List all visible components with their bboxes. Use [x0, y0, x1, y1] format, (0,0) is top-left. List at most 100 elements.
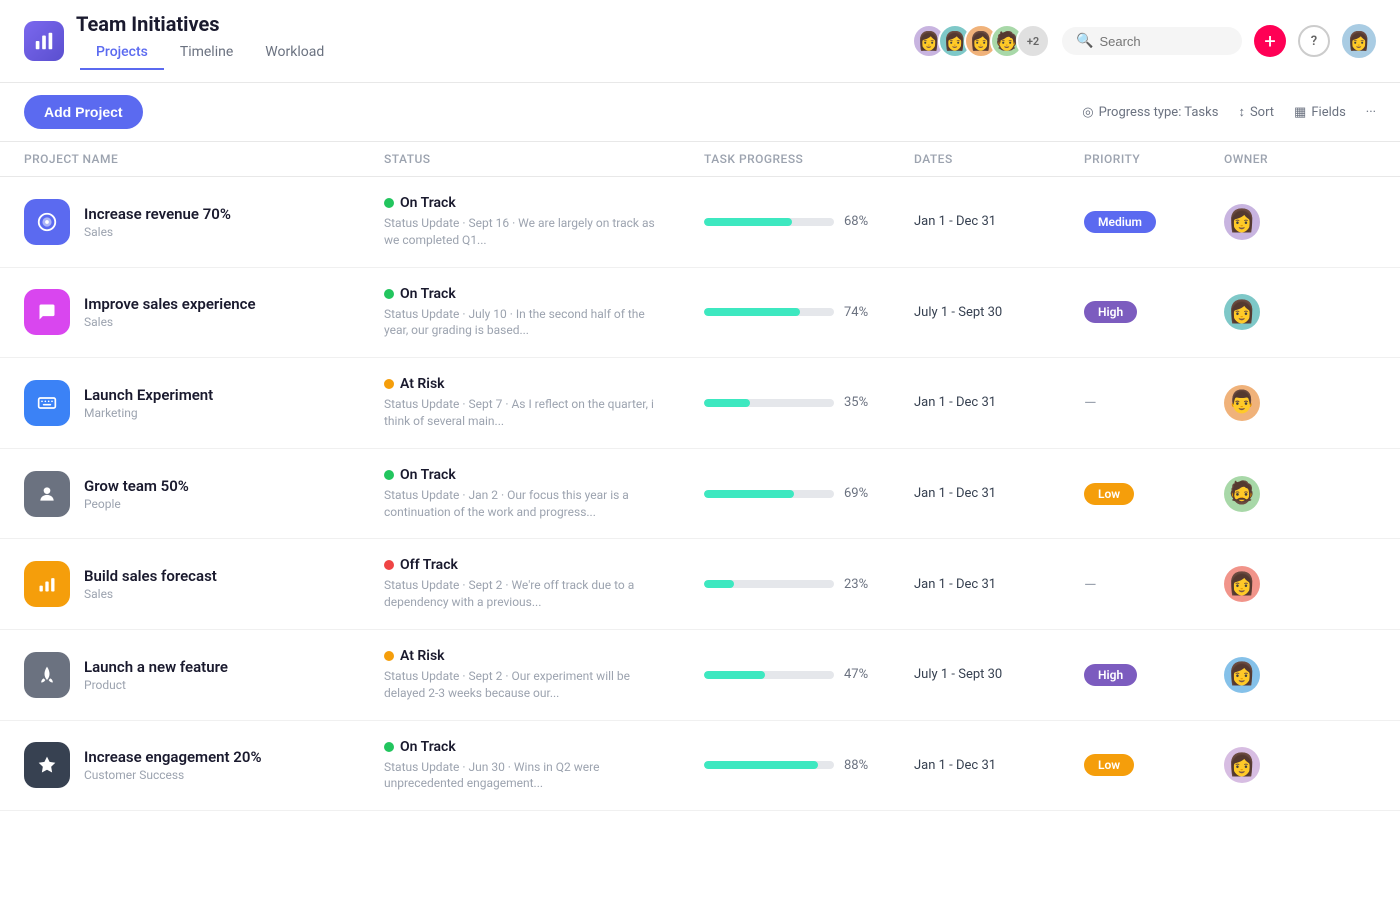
status-update: Status Update · Sept 2 · We're off track…: [384, 577, 664, 611]
status-dot: [384, 379, 394, 389]
dates-cell: Jan 1 - Dec 31: [914, 577, 1084, 592]
status-text: Off Track: [400, 557, 458, 573]
progress-bar-bg: [704, 580, 834, 588]
project-icon: [24, 289, 70, 335]
fields-icon: ▦: [1294, 105, 1306, 120]
progress-cell: 74%: [704, 305, 914, 320]
table-row[interactable]: Increase revenue 70% Sales On Track Stat…: [0, 177, 1400, 268]
sort-button[interactable]: ↕ Sort: [1238, 104, 1274, 120]
project-text: Grow team 50% People: [84, 477, 189, 511]
avatar-more[interactable]: +2: [1016, 24, 1050, 58]
team-avatars: 👩 👩 👩 🧑 +2: [912, 24, 1050, 58]
dates-cell: July 1 - Sept 30: [914, 305, 1084, 320]
progress-percent: 74%: [844, 305, 876, 320]
progress-bar-fill: [704, 580, 734, 588]
project-name: Build sales forecast: [84, 567, 217, 585]
toolbar: Add Project ◎ Progress type: Tasks ↕ Sor…: [0, 83, 1400, 142]
sort-label: Sort: [1250, 105, 1274, 120]
app-title: Team Initiatives: [76, 12, 340, 36]
progress-percent: 23%: [844, 577, 876, 592]
status-cell: At Risk Status Update · Sept 2 · Our exp…: [384, 648, 704, 702]
status-dot: [384, 289, 394, 299]
status-update: Status Update · July 10 · In the second …: [384, 306, 664, 340]
fields-button[interactable]: ▦ Fields: [1294, 105, 1346, 120]
status-label: On Track: [384, 286, 704, 302]
priority-cell: —: [1084, 575, 1224, 594]
logo-wrap: Team Initiatives Projects Timeline Workl…: [24, 12, 340, 70]
table-header: Project name Status Task progress Dates …: [0, 142, 1400, 177]
status-text: At Risk: [400, 376, 445, 392]
project-text: Increase revenue 70% Sales: [84, 205, 231, 239]
owner-avatar: 🧔: [1224, 476, 1260, 512]
table-row[interactable]: Launch Experiment Marketing At Risk Stat…: [0, 358, 1400, 449]
table-row[interactable]: Increase engagement 20% Customer Success…: [0, 721, 1400, 812]
table-row[interactable]: Improve sales experience Sales On Track …: [0, 268, 1400, 359]
dates-cell: Jan 1 - Dec 31: [914, 758, 1084, 773]
status-dot: [384, 651, 394, 661]
progress-percent: 35%: [844, 395, 876, 410]
priority-cell: High: [1084, 301, 1224, 323]
col-dates: Dates: [914, 152, 1084, 166]
progress-type-button[interactable]: ◎ Progress type: Tasks: [1082, 105, 1218, 120]
project-team: Customer Success: [84, 768, 262, 782]
project-icon: [24, 561, 70, 607]
project-text: Improve sales experience Sales: [84, 295, 256, 329]
help-button[interactable]: ?: [1298, 25, 1330, 57]
priority-badge: Medium: [1084, 211, 1156, 233]
status-dot: [384, 560, 394, 570]
status-text: On Track: [400, 739, 456, 755]
tab-projects[interactable]: Projects: [80, 36, 164, 70]
progress-percent: 88%: [844, 758, 876, 773]
project-icon: [24, 380, 70, 426]
search-input[interactable]: [1099, 34, 1228, 49]
progress-bar-bg: [704, 399, 834, 407]
progress-cell: 23%: [704, 577, 914, 592]
user-avatar[interactable]: 👩: [1342, 24, 1376, 58]
status-update: Status Update · Sept 16 · We are largely…: [384, 215, 664, 249]
tab-workload[interactable]: Workload: [249, 36, 340, 70]
tab-timeline[interactable]: Timeline: [164, 36, 249, 70]
project-name: Increase engagement 20%: [84, 748, 262, 766]
col-status: Status: [384, 152, 704, 166]
progress-percent: 69%: [844, 486, 876, 501]
project-team: Sales: [84, 225, 231, 239]
project-icon: [24, 199, 70, 245]
status-update: Status Update · Jan 2 · Our focus this y…: [384, 487, 664, 521]
project-info: Launch a new feature Product: [24, 652, 384, 698]
dates-cell: Jan 1 - Dec 31: [914, 486, 1084, 501]
status-dot: [384, 470, 394, 480]
priority-cell: Low: [1084, 754, 1224, 776]
toolbar-right: ◎ Progress type: Tasks ↕ Sort ▦ Fields ·…: [1082, 104, 1376, 120]
project-team: Sales: [84, 315, 256, 329]
col-project-name: Project name: [24, 152, 384, 166]
progress-bar-bg: [704, 308, 834, 316]
dates-cell: July 1 - Sept 30: [914, 667, 1084, 682]
priority-cell: Low: [1084, 483, 1224, 505]
status-cell: On Track Status Update · Jan 2 · Our foc…: [384, 467, 704, 521]
progress-bar-bg: [704, 490, 834, 498]
priority-cell: —: [1084, 393, 1224, 412]
status-label: On Track: [384, 739, 704, 755]
col-priority: Priority: [1084, 152, 1224, 166]
add-project-button[interactable]: Add Project: [24, 95, 143, 129]
progress-type-icon: ◎: [1082, 105, 1093, 120]
add-button[interactable]: +: [1254, 25, 1286, 57]
status-update: Status Update · Sept 2 · Our experiment …: [384, 668, 664, 702]
status-cell: At Risk Status Update · Sept 7 · As I re…: [384, 376, 704, 430]
more-options-button[interactable]: ···: [1366, 105, 1376, 120]
table-row[interactable]: Build sales forecast Sales Off Track Sta…: [0, 539, 1400, 630]
table-row[interactable]: Launch a new feature Product At Risk Sta…: [0, 630, 1400, 721]
status-text: On Track: [400, 195, 456, 211]
priority-none: —: [1084, 393, 1097, 412]
progress-cell: 88%: [704, 758, 914, 773]
status-label: At Risk: [384, 376, 704, 392]
progress-type-label: Progress type: Tasks: [1099, 105, 1219, 120]
project-text: Increase engagement 20% Customer Success: [84, 748, 262, 782]
project-icon: [24, 742, 70, 788]
status-dot: [384, 198, 394, 208]
dates-cell: Jan 1 - Dec 31: [914, 395, 1084, 410]
priority-badge: High: [1084, 664, 1137, 686]
status-text: On Track: [400, 467, 456, 483]
table-row[interactable]: Grow team 50% People On Track Status Upd…: [0, 449, 1400, 540]
search-bar[interactable]: 🔍: [1062, 27, 1242, 55]
